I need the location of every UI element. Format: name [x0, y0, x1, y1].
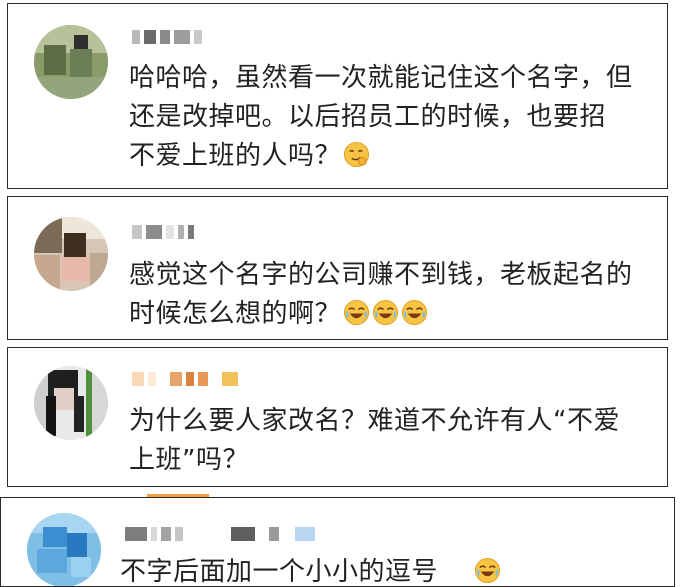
- username-blurred[interactable]: [132, 27, 202, 47]
- comment-line: 还是改掉吧。以后招员工的时候，也要招: [129, 102, 607, 132]
- comment-card-3: 为什么要人家改名？难道不允许有人“不爱 上班”吗？: [7, 347, 668, 487]
- comment-card-4: 不字后面加一个小小的逗号: [0, 497, 675, 587]
- comment-text: 感觉这个名字的公司赚不到钱，老板起名的 时候怎么想的啊？: [129, 256, 651, 334]
- comment-line: 不爱上班的人吗？: [129, 137, 651, 176]
- comment-line: 感觉这个名字的公司赚不到钱，老板起名的: [129, 260, 633, 290]
- laugh-cry-emoji-icon: [474, 557, 501, 584]
- smirk-thinking-emoji-icon: [343, 141, 370, 168]
- comment-line-text: 不爱上班的人吗？: [129, 141, 342, 171]
- comment-text: 哈哈哈，虽然看一次就能记住这个名字，但 还是改掉吧。以后招员工的时候，也要招 不…: [129, 59, 651, 176]
- username-blurred[interactable]: [132, 222, 194, 242]
- comment-line: 上班”吗？: [129, 445, 249, 475]
- comment-line: 不字后面加一个小小的逗号: [120, 553, 658, 587]
- comment-line: 哈哈哈，虽然看一次就能记住这个名字，但: [129, 63, 633, 93]
- comment-line: 时候怎么想的啊？: [129, 295, 651, 334]
- avatar[interactable]: [34, 366, 108, 440]
- comment-card-1: 哈哈哈，虽然看一次就能记住这个名字，但 还是改掉吧。以后招员工的时候，也要招 不…: [7, 3, 668, 189]
- comment-line: 为什么要人家改名？难道不允许有人“不爱: [129, 406, 620, 436]
- comment-card-2: 感觉这个名字的公司赚不到钱，老板起名的 时候怎么想的啊？: [7, 196, 668, 340]
- avatar[interactable]: [34, 217, 108, 291]
- comment-text: 不字后面加一个小小的逗号: [120, 553, 658, 587]
- avatar[interactable]: [34, 25, 108, 99]
- laugh-cry-emoji-icon: [401, 299, 428, 326]
- username-blurred[interactable]: [125, 524, 315, 544]
- comment-line-text: 不字后面加一个小小的逗号: [120, 557, 439, 587]
- comment-line-text: 时候怎么想的啊？: [129, 299, 342, 329]
- laugh-cry-emoji-icon: [372, 299, 399, 326]
- avatar[interactable]: [27, 513, 101, 586]
- laugh-cry-emoji-icon: [343, 299, 370, 326]
- comment-text: 为什么要人家改名？难道不允许有人“不爱 上班”吗？: [129, 402, 651, 480]
- username-blurred[interactable]: [132, 369, 238, 389]
